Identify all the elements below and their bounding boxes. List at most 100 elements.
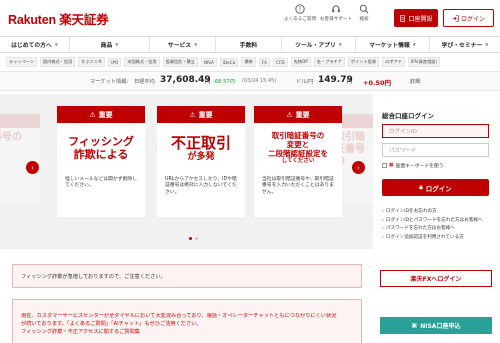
chevron-left-icon: ‹	[31, 163, 34, 172]
search-label: 検索	[359, 17, 369, 22]
open-account-label: 口座開設	[408, 15, 433, 23]
card-headline: 取引暗証番号の 変更と 二段階認証設定を してください	[254, 123, 342, 174]
keyboard-icon: ▦	[389, 163, 394, 168]
nav-item-services[interactable]: サービス ▼	[150, 37, 216, 52]
subnav-item[interactable]: 国内株式・信用	[39, 57, 76, 67]
chevron-right-icon: ›	[382, 235, 384, 241]
important-badge: ⚠ 重要	[157, 106, 245, 123]
nav-item-products[interactable]: 商品 ▼	[70, 37, 150, 52]
login-submit-button[interactable]: 🔒︎ ログイン	[382, 179, 489, 196]
card-line: 二段階認証設定を	[268, 148, 328, 158]
nikkei-label: 日経平均	[134, 79, 155, 85]
badge-label: 重要	[98, 110, 113, 119]
faq-link[interactable]: ? よくあるご質問	[280, 4, 320, 22]
search-link[interactable]: 検索	[352, 4, 376, 22]
search-icon	[359, 4, 369, 14]
subnav-item[interactable]: 米国株式・信用	[124, 57, 160, 67]
nikkei-change: -68.57円	[213, 79, 235, 85]
help-link[interactable]: › ログイン追加認証を利用されている方	[382, 234, 483, 243]
password-input[interactable]: パスワード	[382, 143, 489, 157]
headset-icon	[332, 5, 340, 13]
subnav-item[interactable]: iDeCo	[219, 57, 239, 67]
phishing-notice: フィッシング詐欺が急増しておりますので、ご注意ください。	[12, 264, 362, 288]
subnav-item[interactable]: 債券	[241, 57, 256, 67]
nav-item-market[interactable]: マーケット情報 ▼	[356, 37, 430, 52]
warning-icon: ⚠	[89, 110, 96, 119]
subnav-item[interactable]: IPO	[108, 57, 122, 67]
subnav-item[interactable]: NISA	[200, 57, 217, 67]
support-notice: 現在、カスタマーサービスセンターが全ダイヤルにおいて大変混み合っており、電話・オ…	[12, 299, 362, 343]
warning-icon: ⚠	[189, 110, 196, 119]
nav-label: 学び・セミナー	[441, 43, 483, 49]
login-help-links: › ログインIDをお忘れの方 › ログインIDとパスワードを忘れた方はお客様へ › パ…	[382, 208, 483, 243]
header-login-button[interactable]: ログイン	[443, 9, 494, 27]
header-login-label: ログイン	[460, 15, 485, 23]
subnav-item[interactable]: ロボアド	[382, 57, 405, 67]
login-box: 総合口座ログイン ログインID パスワード ▦ 画面キーボードを使う 🔒︎ ログ…	[378, 102, 495, 249]
badge-label: 重要	[198, 110, 213, 119]
subnav-item[interactable]: キャンペーン	[6, 57, 37, 67]
subnav-item[interactable]: FX	[258, 57, 271, 67]
alert-card-fraud[interactable]: ⚠ 重要 不正取引 が多発 URLからアクセスしたり、IDや暗証番号は絶対に入力し…	[157, 106, 245, 217]
support-notice-link[interactable]: フィッシング詐欺・不正アクセスに関するご質問集	[21, 329, 353, 337]
open-account-button[interactable]: 口座開設	[394, 9, 438, 27]
nikkei-time: (03/24 15:45)	[242, 78, 277, 84]
nav-label: サービス	[167, 43, 192, 49]
carousel-prev-button[interactable]: ‹	[26, 161, 39, 174]
chevron-down-icon: ▼	[338, 42, 342, 47]
help-link[interactable]: › ログインIDとパスワードを忘れた方はお客様へ	[382, 217, 483, 226]
document-icon	[400, 14, 406, 22]
support-link[interactable]: お客様サポート	[316, 4, 356, 22]
fx-login-button[interactable]: 楽天FXへログイン	[380, 270, 492, 287]
subnav-item[interactable]: 金・プラチナ	[313, 57, 345, 67]
carousel-dots	[189, 237, 198, 240]
main-nav: はじめての方へ ▼ 商品 ▼ サービス ▼ 手数料 ツール・アプリ ▼ マーケット情報 ▼…	[0, 36, 500, 53]
help-link-label: ログインIDとパスワードを忘れた方はお客様へ	[385, 217, 483, 223]
phishing-notice-text: フィッシング詐欺が急増しておりますので、ご注意ください。	[21, 273, 166, 280]
subnav-item[interactable]: IFA(資産相談)	[407, 57, 440, 67]
chevron-down-icon: ▼	[54, 42, 58, 47]
alert-card-password[interactable]: ⚠ 重要 取引暗証番号の 変更と 二段階認証設定を してください 当社は取引暗証番…	[254, 106, 342, 217]
nav-label: ツール・アプリ	[295, 43, 336, 49]
checkbox[interactable]	[382, 163, 387, 168]
header: Rakuten 楽天証券 ? よくあるご質問 お客様サポート 検索 口座開設 ロ…	[0, 0, 500, 36]
ghost-card-left: 口座番号の	[0, 114, 40, 204]
nav-item-tools[interactable]: ツール・アプリ ▼	[282, 37, 356, 52]
carousel-next-button[interactable]: ›	[352, 161, 365, 174]
rakuten-logo[interactable]: Rakuten 楽天証券	[8, 9, 109, 28]
card-line: が多発	[187, 151, 215, 162]
chevron-right-icon: ›	[357, 163, 360, 172]
nav-item-beginners[interactable]: はじめての方へ ▼	[0, 37, 70, 52]
carousel-dot[interactable]	[195, 237, 198, 240]
subnav-item[interactable]: CFD	[273, 57, 288, 67]
subnav-item[interactable]: 先物OP	[290, 57, 311, 67]
warning-icon: ⚠	[286, 110, 293, 119]
subnav-item[interactable]: 投資信託・積立	[162, 57, 198, 67]
alert-card-phishing[interactable]: ⚠ 重要 フィッシング 詐欺による 怪しいメールなどは開かず削除してください。	[57, 106, 145, 217]
important-badge: ⚠ 重要	[254, 106, 342, 123]
keyboard-toggle[interactable]: ▦ 画面キーボードを使う	[382, 162, 444, 169]
nav-item-learning[interactable]: 学び・セミナー ▼	[430, 37, 500, 52]
help-link[interactable]: › ログインIDをお忘れの方	[382, 208, 483, 217]
keyboard-label: 画面キーボードを使う	[395, 164, 444, 169]
nav-item-fees[interactable]: 手数料	[216, 37, 282, 52]
chevron-down-icon: ▼	[412, 42, 416, 47]
chevron-down-icon: ▼	[115, 42, 119, 47]
faq-label: よくあるご質問	[283, 17, 317, 22]
login-arrow-icon	[452, 14, 459, 22]
market-ticker: マーケット情報： 日経平均 37,608.49 円 -68.57円 (03/24…	[0, 71, 500, 91]
nikkei-value: 37,608.49	[160, 75, 211, 85]
svg-text:?: ?	[298, 6, 301, 13]
carousel-dot[interactable]	[189, 237, 192, 240]
nisa-apply-button[interactable]: ▣ NISA口座申込	[380, 317, 492, 334]
subnav-item[interactable]: かぶミニ®	[78, 57, 106, 67]
subnav-item[interactable]: ポイント投資	[347, 57, 380, 67]
card-headline: フィッシング 詐欺による	[57, 123, 145, 174]
login-id-input[interactable]: ログインID	[382, 124, 489, 138]
card-headline: 不正取引 が多発	[157, 123, 245, 174]
support-notice-line: が続いております。「よくあるご質問」「AIチャット」もぜひご活用ください。	[21, 320, 202, 327]
card-body: 怪しいメールなどは開かず削除してください。	[65, 177, 137, 189]
help-link[interactable]: › パスワードを忘れた方はお客様へ	[382, 225, 483, 234]
help-link-label: ログインIDをお忘れの方	[385, 209, 437, 214]
ticker-detail-link[interactable]: 詳細 ›	[410, 78, 420, 85]
